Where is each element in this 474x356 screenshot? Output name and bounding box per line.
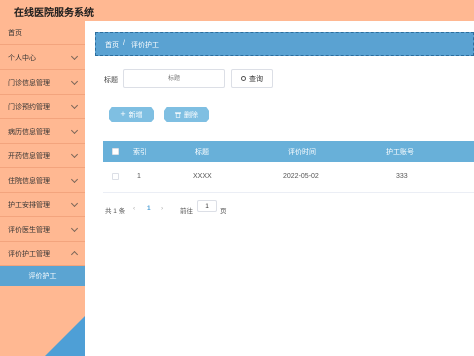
sidebar-item-outpatient-booking[interactable]: 门诊预约管理 (0, 95, 85, 119)
query-button[interactable]: 查询 (231, 69, 273, 88)
row-checkbox[interactable] (112, 173, 119, 180)
sidebar: 首页 个人中心 门诊信息管理 门诊预约管理 病历信息管理 开药信息管理 住院信息… (0, 21, 85, 356)
page-suffix: 页 (220, 208, 227, 215)
breadcrumb-separator: / (123, 40, 125, 47)
sidebar-item-doctor-reviews[interactable]: 评价医生管理 (0, 218, 85, 242)
sidebar-corner-decoration (45, 316, 85, 356)
page-number-current[interactable]: 1 (147, 205, 151, 212)
goto-label: 前往 (180, 208, 193, 215)
pagination-total: 共 1 条 (105, 208, 126, 215)
sidebar-item-label: 门诊信息管理 (8, 79, 50, 87)
next-page-icon[interactable]: › (161, 205, 163, 212)
sidebar-item-caregiver-schedule[interactable]: 护工安排管理 (0, 193, 85, 217)
cell-account: 333 (396, 173, 408, 180)
select-all-checkbox[interactable] (112, 148, 119, 155)
column-header-title: 标题 (195, 149, 209, 156)
chevron-down-icon (70, 150, 79, 159)
sidebar-item-home[interactable]: 首页 (0, 21, 85, 45)
sidebar-item-label: 首页 (8, 29, 22, 37)
search-label: 标题 (104, 77, 118, 84)
sidebar-item-label: 病历信息管理 (8, 128, 50, 136)
cell-index: 1 (137, 173, 141, 180)
sidebar-subitem-caregiver-review[interactable]: 评价护工 (0, 266, 85, 286)
sidebar-item-medical-records[interactable]: 病历信息管理 (0, 120, 85, 144)
app-title: 在线医院服务系统 (14, 8, 94, 19)
breadcrumb: 首页 / 评价护工 (95, 32, 474, 56)
cell-time: 2022-05-02 (283, 173, 319, 180)
chevron-down-icon (70, 77, 79, 86)
sidebar-item-prescriptions[interactable]: 开药信息管理 (0, 144, 85, 168)
sidebar-item-label: 评价护工管理 (8, 250, 50, 258)
table-row[interactable]: 1 XXXX 2022-05-02 333 (103, 162, 474, 193)
goto-page-input[interactable] (197, 200, 217, 212)
chevron-down-icon (70, 199, 79, 208)
plus-icon: + (120, 109, 126, 119)
column-header-index: 索引 (133, 149, 147, 156)
sidebar-item-inpatient-info[interactable]: 住院信息管理 (0, 169, 85, 193)
add-button-label: 新增 (128, 111, 143, 119)
sidebar-item-caregiver-reviews[interactable]: 评价护工管理 (0, 242, 85, 266)
chevron-down-icon (70, 224, 79, 233)
sidebar-item-label: 个人中心 (8, 54, 36, 62)
sidebar-subitem-label: 评价护工 (28, 273, 57, 280)
chevron-down-icon (70, 52, 79, 61)
chevron-up-icon (70, 250, 79, 259)
sidebar-item-label: 住院信息管理 (8, 177, 50, 185)
cell-title: XXXX (193, 173, 212, 180)
search-input[interactable] (123, 69, 225, 88)
chevron-down-icon (70, 175, 79, 184)
prev-page-icon[interactable]: ‹ (133, 205, 135, 212)
chevron-down-icon (70, 101, 79, 110)
chevron-down-icon (70, 126, 79, 135)
sidebar-item-personal-center[interactable]: 个人中心 (0, 46, 85, 70)
delete-button-label: 删除 (184, 111, 198, 119)
breadcrumb-home[interactable]: 首页 (105, 40, 119, 50)
sidebar-item-label: 护工安排管理 (8, 201, 50, 209)
breadcrumb-current: 评价护工 (131, 42, 159, 49)
sidebar-item-label: 门诊预约管理 (8, 103, 50, 111)
sidebar-item-label: 开药信息管理 (8, 152, 50, 160)
query-button-label: 查询 (249, 75, 263, 83)
add-button[interactable]: + 新增 (109, 107, 154, 122)
column-header-account: 护工账号 (386, 149, 414, 156)
search-icon (241, 76, 246, 81)
column-header-time: 评价时间 (288, 149, 316, 156)
delete-button[interactable]: 删除 (164, 107, 209, 122)
trash-icon (175, 112, 181, 118)
table-header: 索引 标题 评价时间 护工账号 (103, 141, 474, 162)
top-header: 在线医院服务系统 (0, 0, 474, 21)
sidebar-item-label: 评价医生管理 (8, 226, 50, 234)
sidebar-item-outpatient-info[interactable]: 门诊信息管理 (0, 71, 85, 95)
